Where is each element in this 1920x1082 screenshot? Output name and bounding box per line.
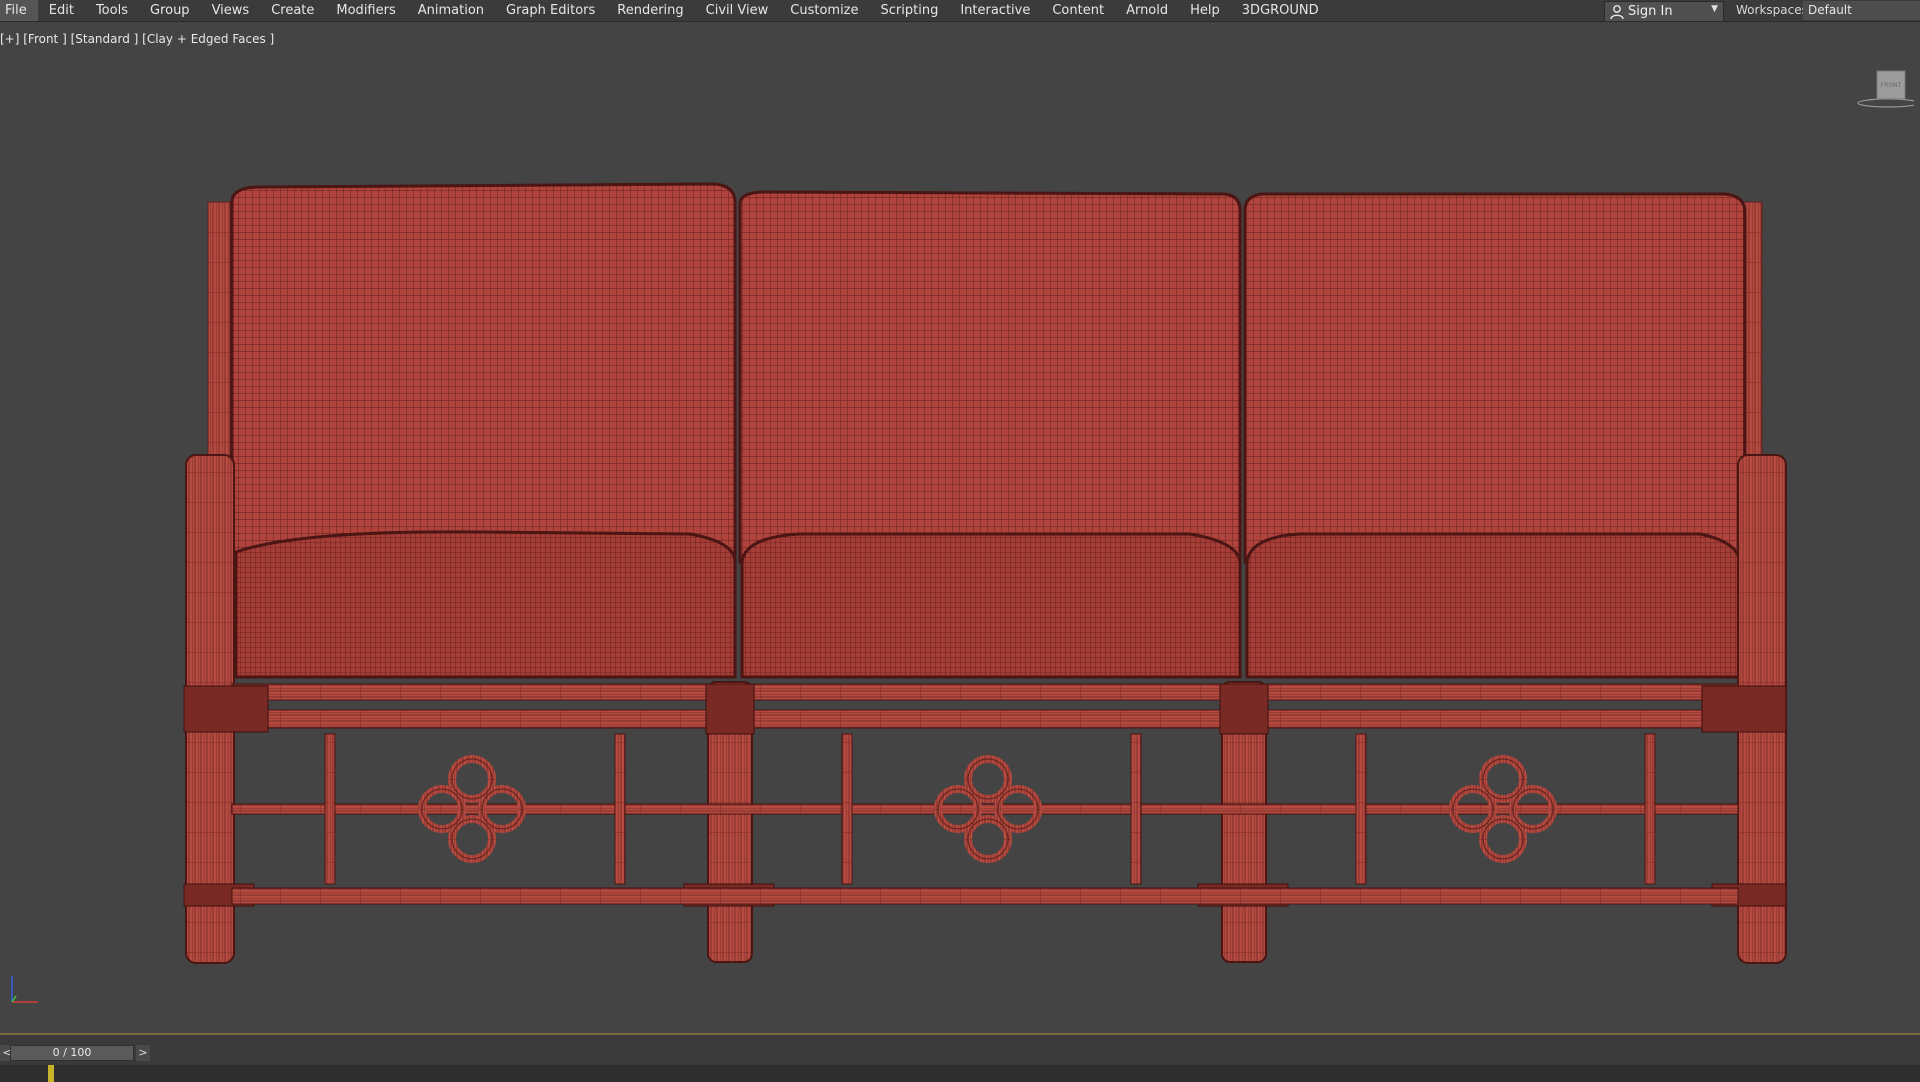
next-frame-button[interactable]: > (136, 1045, 150, 1061)
menu-item-group[interactable]: Group (139, 0, 201, 21)
menu-item-content[interactable]: Content (1041, 0, 1115, 21)
viewcube-icon[interactable]: FRONT (1844, 66, 1914, 126)
menu-item-arnold[interactable]: Arnold (1115, 0, 1179, 21)
menu-item-help[interactable]: Help (1179, 0, 1231, 21)
menu-item-scripting[interactable]: Scripting (870, 0, 950, 21)
sign-in-label: Sign In (1628, 4, 1673, 19)
workspace-dropdown[interactable]: Default (1803, 1, 1920, 20)
menu-item-views[interactable]: Views (201, 0, 261, 21)
menu-item-interactive[interactable]: Interactive (949, 0, 1041, 21)
sign-in-button[interactable]: Sign In ▼ (1604, 1, 1724, 22)
menu-item-file[interactable]: File (0, 0, 38, 21)
menu-item-modifiers[interactable]: Modifiers (325, 0, 406, 21)
sofa-wireframe-model[interactable] (0, 22, 1920, 1033)
timeline-bar: < 0 / 100 > (0, 1033, 1920, 1082)
menu-item-customize[interactable]: Customize (779, 0, 869, 21)
timeline-track[interactable] (0, 1065, 1920, 1082)
chevron-down-icon: ▼ (1711, 4, 1718, 14)
menu-item-edit[interactable]: Edit (38, 0, 85, 21)
user-icon (1610, 4, 1624, 19)
menu-items: File Edit Tools Group Views Create Modifiers An… (0, 0, 1330, 21)
front-viewport[interactable]: [+] [Front ] [Standard ] [Clay + Edged F… (0, 22, 1920, 1033)
menu-item-create[interactable]: Create (260, 0, 325, 21)
viewcube-face-label: FRONT (1881, 82, 1902, 89)
time-slider[interactable]: 0 / 100 (10, 1045, 134, 1061)
menu-item-tools[interactable]: Tools (85, 0, 139, 21)
menu-item-animation[interactable]: Animation (407, 0, 495, 21)
menu-item-civil-view[interactable]: Civil View (695, 0, 780, 21)
menu-item-rendering[interactable]: Rendering (606, 0, 694, 21)
menu-item-graph-editors[interactable]: Graph Editors (495, 0, 606, 21)
current-frame-marker[interactable] (48, 1065, 54, 1082)
axis-tripod-icon (11, 976, 38, 1003)
menu-item-3dground[interactable]: 3DGROUND (1231, 0, 1330, 21)
menu-bar: File Edit Tools Group Views Create Modifiers An… (0, 0, 1920, 22)
workspaces-label: Workspaces: (1736, 3, 1812, 17)
